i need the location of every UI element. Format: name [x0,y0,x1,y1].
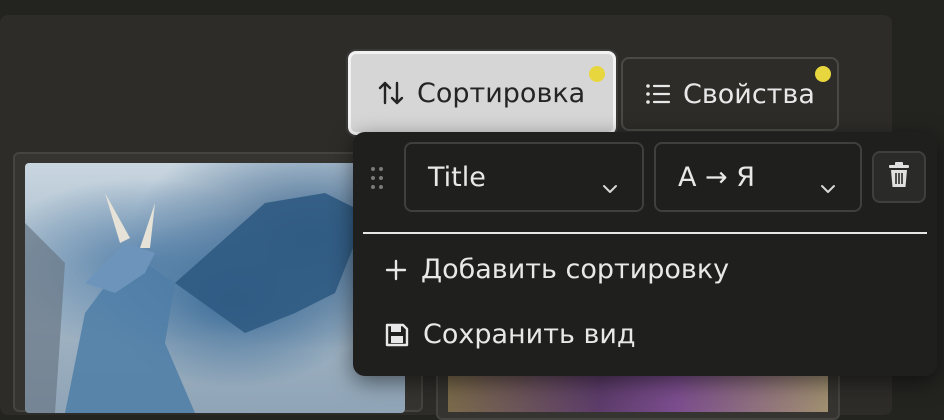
save-view-button[interactable]: Сохранить вид [385,319,636,350]
add-sort-label: Добавить сортировку [421,254,730,285]
sort-direction-select[interactable]: А → Я [654,142,862,212]
add-sort-button[interactable]: Добавить сортировку [385,254,729,285]
trash-icon [887,162,911,192]
list-icon [645,82,671,106]
sort-button[interactable]: Сортировка [348,51,616,135]
sort-dropdown: Title А → Я Добавить сортировку Сохранит… [353,132,937,376]
divider [363,232,927,234]
chevron-down-icon [602,170,618,201]
drag-handle-icon[interactable] [369,166,385,194]
card-image-fantasy-battle[interactable] [448,372,828,412]
sort-field-select[interactable]: Title [404,142,644,212]
floppy-disk-icon [385,323,409,347]
active-indicator-dot [815,66,831,82]
chevron-down-icon [820,170,836,201]
active-indicator-dot [589,66,605,82]
card-image-ice-dragon[interactable] [25,163,405,413]
dragon-illustration [25,193,385,413]
sort-arrows-icon [377,79,405,107]
plus-icon [385,259,407,281]
delete-sort-button[interactable] [872,151,926,203]
sort-direction-value: А → Я [678,161,756,193]
sort-button-label: Сортировка [417,77,586,109]
save-view-label: Сохранить вид [423,319,636,350]
sort-field-value: Title [428,161,486,193]
properties-button-label: Свойства [683,78,815,110]
properties-button[interactable]: Свойства [621,57,839,131]
